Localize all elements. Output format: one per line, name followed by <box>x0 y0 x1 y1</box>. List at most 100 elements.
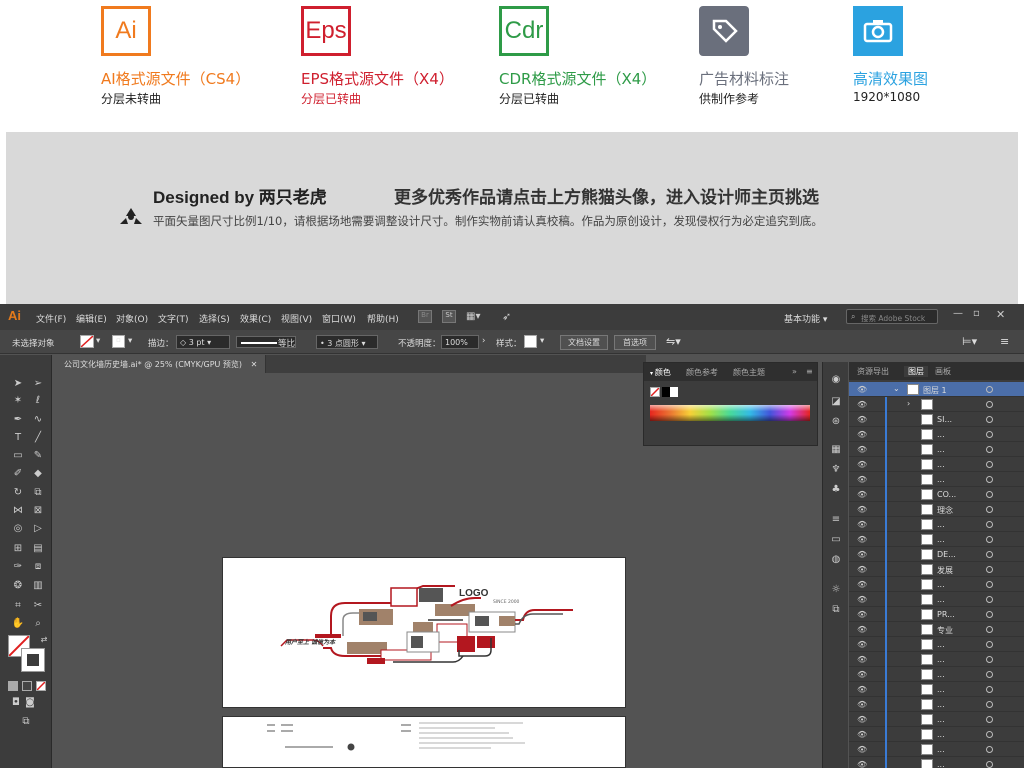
artboard-tool-icon[interactable]: ⌗ <box>10 599 26 613</box>
target-circle-icon[interactable] <box>986 671 993 678</box>
shape-builder-tool-icon[interactable]: ◎ <box>10 522 26 536</box>
visibility-eye-icon[interactable]: 👁 <box>857 415 867 424</box>
target-circle-icon[interactable] <box>986 581 993 588</box>
artboard-main[interactable]: LOGO SINCE 2000 用户至上 诚信为本 <box>222 557 626 708</box>
color-panel-icon[interactable]: ◉ <box>829 374 843 386</box>
visibility-eye-icon[interactable]: 👁 <box>857 595 867 604</box>
arrange-documents-icon[interactable]: ▦▾ <box>466 311 480 322</box>
maximize-button[interactable]: ▫ <box>973 308 980 319</box>
hand-tool-icon[interactable]: ✋ <box>10 617 26 631</box>
menu-help[interactable]: 帮助(H) <box>367 312 399 325</box>
swatches-panel-icon[interactable]: ▦ <box>829 444 843 456</box>
target-circle-icon[interactable] <box>986 686 993 693</box>
visibility-eye-icon[interactable]: 👁 <box>857 640 867 649</box>
layer-row[interactable]: 👁... <box>849 592 1024 607</box>
white-swatch[interactable] <box>670 387 678 397</box>
tab-asset-export[interactable]: 资源导出 <box>857 366 889 377</box>
fill-swatch[interactable] <box>80 335 94 348</box>
target-circle-icon[interactable] <box>986 746 993 753</box>
layer-row[interactable]: 👁... <box>849 682 1024 697</box>
stroke-color-swatch[interactable] <box>21 648 45 672</box>
visibility-eye-icon[interactable]: 👁 <box>857 670 867 679</box>
layer-row[interactable]: 👁... <box>849 532 1024 547</box>
target-circle-icon[interactable] <box>986 536 993 543</box>
minimize-button[interactable]: — <box>953 308 963 319</box>
layer-row[interactable]: 👁... <box>849 652 1024 667</box>
shaper-tool-icon[interactable]: ✐ <box>10 467 26 481</box>
layer-row[interactable]: 👁 › <box>849 397 1024 412</box>
visibility-eye-icon[interactable]: 👁 <box>857 580 867 589</box>
layer-row[interactable]: 👁... <box>849 472 1024 487</box>
tab-layers[interactable]: 图层 <box>904 366 928 377</box>
target-circle-icon[interactable] <box>986 641 993 648</box>
stock-icon[interactable]: St <box>442 310 456 323</box>
target-circle-icon[interactable] <box>986 596 993 603</box>
width-tool-icon[interactable]: ⋈ <box>10 504 26 518</box>
visibility-eye-icon[interactable]: 👁 <box>857 400 867 409</box>
type-tool-icon[interactable]: T <box>10 431 26 445</box>
brush-definition-dropdown[interactable]: • 3 点圆形 ▾ <box>316 335 378 349</box>
select-similar-icon[interactable]: ⇋▾ <box>666 335 681 348</box>
curvature-tool-icon[interactable]: ∿ <box>30 413 46 427</box>
target-circle-icon[interactable] <box>986 476 993 483</box>
layer-row-main[interactable]: 👁 ⌄ 图层 1 <box>849 382 1024 397</box>
symbols-panel-icon[interactable]: ♣ <box>829 484 843 496</box>
layer-row[interactable]: 👁... <box>849 697 1024 712</box>
visibility-eye-icon[interactable]: 👁 <box>857 610 867 619</box>
stroke-panel-icon[interactable]: ≡ <box>829 514 843 526</box>
opacity-arrow[interactable]: › <box>482 336 485 346</box>
opacity-field[interactable]: 100% <box>441 335 479 349</box>
color-panel-menu-icon[interactable]: ≡ <box>806 367 813 376</box>
layer-row[interactable]: 👁... <box>849 712 1024 727</box>
slice-tool-icon[interactable]: ✂ <box>30 599 46 613</box>
lasso-tool-icon[interactable]: ℓ <box>30 394 46 408</box>
eraser-tool-icon[interactable]: ◆ <box>30 467 46 481</box>
layer-row[interactable]: 👁... <box>849 667 1024 682</box>
gradient-panel-icon[interactable]: ▭ <box>829 534 843 546</box>
direct-selection-tool-icon[interactable]: ➢ <box>30 377 46 391</box>
document-tab[interactable]: 公司文化墙历史墙.ai* @ 25% (CMYK/GPU 预览) ✕ <box>56 355 267 373</box>
target-circle-icon[interactable] <box>986 446 993 453</box>
tab-artboards[interactable]: 画板 <box>935 366 951 377</box>
color-spectrum-bar[interactable] <box>650 405 810 421</box>
menu-effect[interactable]: 效果(C) <box>240 312 271 325</box>
preferences-button[interactable]: 首选项 <box>614 335 656 350</box>
gpu-performance-icon[interactable]: ➶ <box>502 310 511 323</box>
menu-object[interactable]: 对象(O) <box>116 312 148 325</box>
expand-arrow-icon[interactable]: ⌄ <box>893 384 900 393</box>
menu-window[interactable]: 窗口(W) <box>322 312 356 325</box>
target-circle-icon[interactable] <box>986 461 993 468</box>
zoom-tool-icon[interactable]: ⌕ <box>30 617 46 631</box>
graphic-styles-panel-icon[interactable]: ⧉ <box>829 604 843 616</box>
layer-row[interactable]: 👁 PR... <box>849 607 1024 622</box>
column-graph-tool-icon[interactable]: ▥ <box>30 579 46 593</box>
menu-view[interactable]: 视图(V) <box>281 312 312 325</box>
visibility-eye-icon[interactable]: 👁 <box>857 730 867 739</box>
target-circle-icon[interactable] <box>986 761 993 768</box>
tab-color[interactable]: ▾ 颜色 <box>650 367 671 378</box>
color-mode-icon[interactable] <box>8 681 18 691</box>
screen-mode-icon[interactable]: ⧉ <box>18 715 34 729</box>
document-setup-button[interactable]: 文档设置 <box>560 335 608 350</box>
layer-row[interactable]: 👁... <box>849 577 1024 592</box>
layer-row[interactable]: 👁... <box>849 727 1024 742</box>
visibility-eye-icon[interactable]: 👁 <box>857 385 867 394</box>
symbol-sprayer-tool-icon[interactable]: ❂ <box>10 579 26 593</box>
target-circle-icon[interactable] <box>986 626 993 633</box>
visibility-eye-icon[interactable]: 👁 <box>857 565 867 574</box>
target-circle-icon[interactable] <box>986 491 993 498</box>
gradient-mode-icon[interactable] <box>22 681 32 691</box>
visibility-eye-icon[interactable]: 👁 <box>857 445 867 454</box>
visibility-eye-icon[interactable]: 👁 <box>857 625 867 634</box>
target-circle-icon[interactable] <box>986 416 993 423</box>
close-tab-icon[interactable]: ✕ <box>251 360 258 369</box>
visibility-eye-icon[interactable]: 👁 <box>857 505 867 514</box>
target-circle-icon[interactable] <box>986 611 993 618</box>
artboard-specs[interactable] <box>222 716 626 768</box>
panel-menu-icon[interactable]: ≡ <box>1000 335 1009 348</box>
visibility-eye-icon[interactable]: 👁 <box>857 700 867 709</box>
eyedropper-tool-icon[interactable]: ✑ <box>10 560 26 574</box>
menu-type[interactable]: 文字(T) <box>158 312 189 325</box>
target-circle-icon[interactable] <box>986 386 993 393</box>
panel-expand-icon[interactable]: » <box>792 367 797 376</box>
